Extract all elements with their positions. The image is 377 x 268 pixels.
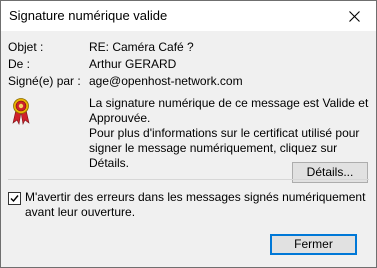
- warn-checkbox-label[interactable]: M'avertir des erreurs dans les messages …: [25, 190, 370, 220]
- warn-checkbox[interactable]: [8, 192, 21, 205]
- from-value: Arthur GERARD: [89, 57, 177, 71]
- dialog-body: Objet : RE: Caméra Café ? De : Arthur GE…: [1, 31, 376, 267]
- details-button-label: Détails...: [306, 165, 354, 179]
- close-button[interactable]: [332, 1, 376, 31]
- certificate-ribbon-icon: [12, 98, 30, 125]
- separator: [8, 179, 369, 180]
- signature-dialog: Signature numérique valide Objet : RE: C…: [0, 0, 377, 268]
- dialog-title: Signature numérique valide: [9, 8, 168, 23]
- signed-by-value: age@openhost-network.com: [89, 74, 243, 88]
- subject-label: Objet :: [8, 40, 44, 54]
- from-label: De :: [8, 57, 31, 71]
- signed-by-label: Signé(e) par :: [8, 74, 81, 88]
- title-bar: Signature numérique valide: [1, 1, 376, 31]
- checkmark-icon: [10, 195, 19, 203]
- close-dialog-button[interactable]: Fermer: [270, 234, 357, 255]
- close-icon: [348, 10, 360, 22]
- signature-status-message: La signature numérique de ce message est…: [89, 96, 369, 125]
- subject-value: RE: Caméra Café ?: [89, 40, 194, 54]
- close-button-label: Fermer: [294, 237, 333, 251]
